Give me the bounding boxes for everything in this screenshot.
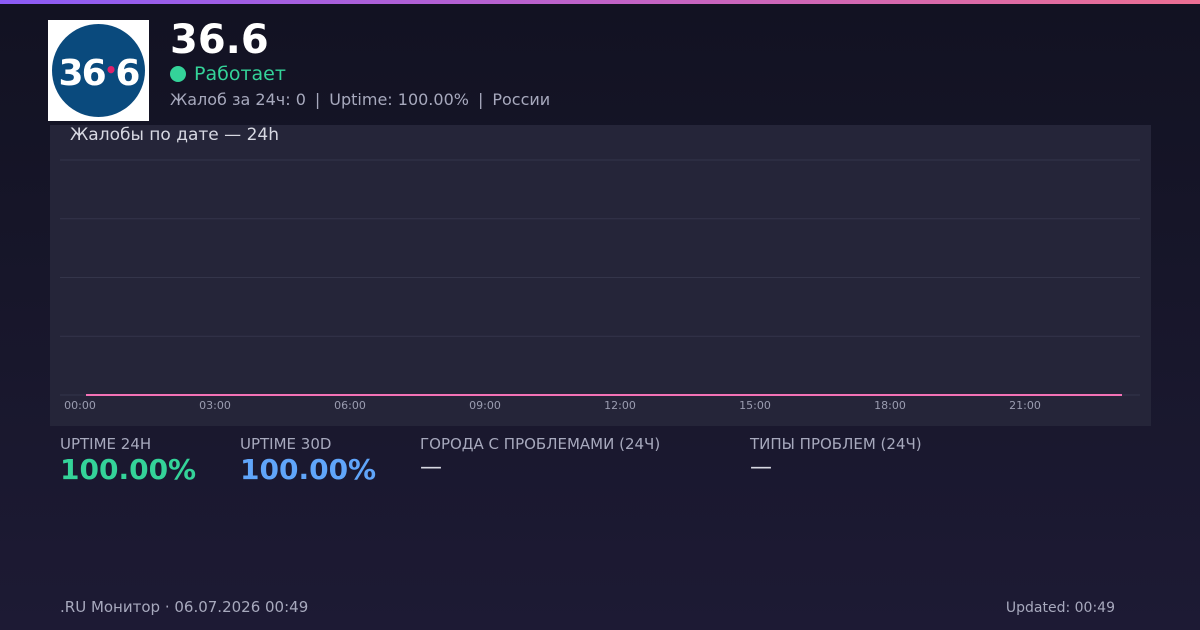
stat-uptime-30d: UPTIME 30D 100.00% bbox=[240, 434, 376, 486]
complaints-chart: 00:00 03:00 06:00 09:00 12:00 15:00 18:00 21:00 bbox=[60, 159, 1140, 412]
stat-label: ТИПЫ ПРОБЛЕМ (24Ч) bbox=[750, 435, 922, 453]
stat-label: UPTIME 24H bbox=[60, 435, 152, 453]
stat-problem-types: ТИПЫ ПРОБЛЕМ (24Ч) — bbox=[750, 434, 922, 482]
footer-updated: Updated: 00:49 bbox=[1005, 600, 1115, 616]
stat-value: — bbox=[420, 455, 442, 480]
x-tick-label: 09:00 bbox=[469, 399, 501, 412]
x-tick-label: 12:00 bbox=[604, 399, 636, 412]
x-tick-label: 21:00 bbox=[1009, 399, 1041, 412]
stat-value: 100.00% bbox=[240, 453, 377, 486]
stat-label: UPTIME 30D bbox=[240, 435, 332, 453]
x-tick-label: 03:00 bbox=[199, 399, 231, 412]
x-tick-label: 00:00 bbox=[64, 399, 96, 412]
chart-title: Жалобы по дате — 24h bbox=[70, 125, 279, 145]
footer-source: .RU Монитор · 06.07.2026 00:49 bbox=[60, 598, 309, 616]
stat-problem-cities: ГОРОДА С ПРОБЛЕМАМИ (24Ч) — bbox=[420, 434, 660, 482]
stat-value: 100.00% bbox=[60, 453, 197, 486]
stat-value: — bbox=[750, 455, 772, 480]
x-tick-label: 15:00 bbox=[739, 399, 771, 412]
x-tick-label: 18:00 bbox=[874, 399, 906, 412]
stat-label: ГОРОДА С ПРОБЛЕМАМИ (24Ч) bbox=[420, 435, 661, 453]
stat-uptime-24h: UPTIME 24H 100.00% bbox=[60, 434, 196, 486]
x-tick-label: 06:00 bbox=[334, 399, 366, 412]
